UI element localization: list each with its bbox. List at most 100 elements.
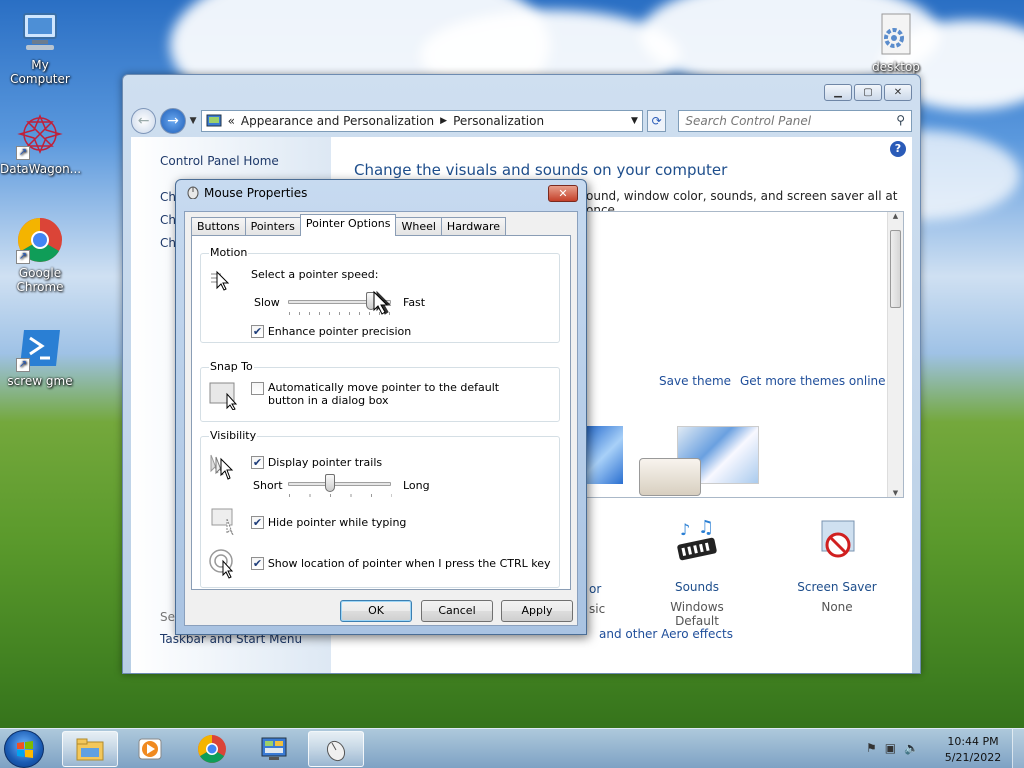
svg-text:♫: ♫ <box>698 517 714 538</box>
tab-pointer-options[interactable]: Pointer Options <box>299 214 397 236</box>
color-item-label[interactable]: or <box>589 582 601 596</box>
clock[interactable]: 10:44 PM 5/21/2022 <box>940 734 1006 766</box>
breadcrumb-separator-icon: ▶ <box>440 116 448 126</box>
desktop-icon-desktop[interactable]: desktop <box>856 10 936 74</box>
left-link[interactable]: Ch <box>160 236 176 250</box>
sounds-item[interactable]: ♪ ♫ Sounds Windows Default <box>649 517 745 628</box>
desktop-icon-label: desktop <box>872 60 920 74</box>
long-label: Long <box>403 479 430 492</box>
control-panel-home-link[interactable]: Control Panel Home <box>160 154 279 168</box>
hide-pointer-icon <box>209 507 239 536</box>
motion-group: Motion Select a pointer speed: Slow Fast… <box>200 246 560 343</box>
action-center-icon[interactable]: ⚑ <box>866 741 877 755</box>
theme-thumbnail[interactable] <box>587 426 623 484</box>
save-theme-link[interactable]: Save theme <box>659 374 731 388</box>
shortcut-arrow-icon: ↗ <box>16 250 30 264</box>
folder-icon <box>76 738 104 761</box>
recent-pages-dropdown[interactable]: ▼ <box>190 116 197 126</box>
tab-wheel[interactable]: Wheel <box>395 217 442 236</box>
themes-scrollbar[interactable]: ▲ ▼ <box>887 212 903 497</box>
tab-pointers[interactable]: Pointers <box>244 217 301 236</box>
checkbox-box[interactable]: ✔ <box>251 557 264 570</box>
desktop-icon-chrome[interactable]: ↗ Google Chrome <box>0 216 80 294</box>
snap-to-checkbox[interactable]: Automatically move pointer to the defaul… <box>251 381 521 407</box>
cancel-button[interactable]: Cancel <box>421 600 493 622</box>
control-panel-icon <box>206 114 222 127</box>
enhance-precision-label: Enhance pointer precision <box>267 325 412 338</box>
navigation-bar: ← → ▼ « Appearance and Personalization ▶… <box>131 107 913 135</box>
breadcrumb-prefix: « <box>227 114 235 128</box>
fast-label: Fast <box>403 296 426 309</box>
checkbox-box[interactable] <box>251 382 264 395</box>
shortcut-arrow-icon: ↗ <box>16 358 30 372</box>
tab-strip: Buttons Pointers Pointer Options Wheel H… <box>191 214 507 236</box>
taskbar-media-player[interactable] <box>122 731 178 767</box>
search-input[interactable]: Search Control Panel ⚲ <box>678 110 913 132</box>
breadcrumb-appearance[interactable]: Appearance and Personalization <box>241 114 434 128</box>
tab-hardware[interactable]: Hardware <box>440 217 507 236</box>
address-dropdown-icon[interactable]: ▼ <box>631 116 638 126</box>
get-more-themes-link[interactable]: Get more themes online <box>740 374 886 388</box>
start-button[interactable] <box>4 730 44 768</box>
back-button[interactable]: ← <box>131 108 157 134</box>
apply-button[interactable]: Apply <box>501 600 573 622</box>
ok-button[interactable]: OK <box>340 600 412 622</box>
enhance-precision-checkbox[interactable]: ✔ Enhance pointer precision <box>251 324 411 338</box>
taskbar: ⚑ ▣ 🔈 10:44 PM 5/21/2022 <box>0 728 1024 768</box>
help-icon[interactable]: ? <box>890 141 906 157</box>
checkbox-box[interactable]: ✔ <box>251 325 264 338</box>
aero-effects-link[interactable]: and other Aero effects <box>599 627 733 641</box>
show-desktop-button[interactable] <box>1012 729 1024 768</box>
left-link[interactable]: Ch <box>160 213 176 227</box>
visibility-group-title: Visibility <box>209 429 258 442</box>
volume-icon[interactable]: 🔈 <box>904 741 919 755</box>
pointer-trails-checkbox[interactable]: ✔ Display pointer trails <box>251 455 382 469</box>
slow-label: Slow <box>254 296 280 309</box>
dialog-close-button[interactable]: ✕ <box>548 185 578 202</box>
forward-button[interactable]: → <box>160 108 186 134</box>
desktop-icon-label: My Computer <box>10 58 70 86</box>
snap-to-group: Snap To Automatically move pointer to th… <box>200 360 560 422</box>
checkbox-box[interactable]: ✔ <box>251 456 264 469</box>
trail-length-slider-thumb[interactable] <box>325 474 336 492</box>
desktop-icon-my-computer[interactable]: My Computer <box>0 8 80 86</box>
checkbox-box[interactable]: ✔ <box>251 516 264 529</box>
clock-time: 10:44 PM <box>947 735 999 748</box>
address-bar[interactable]: « Appearance and Personalization ▶ Perso… <box>200 110 643 132</box>
network-icon[interactable]: ▣ <box>885 741 896 755</box>
show-location-label: Show location of pointer when I press th… <box>267 557 551 570</box>
close-button[interactable]: ✕ <box>884 84 912 101</box>
left-link[interactable]: Ch <box>160 190 176 204</box>
datawagon-icon: ↗ <box>16 112 64 160</box>
chrome-icon: ↗ <box>16 216 64 264</box>
taskbar-mouse-properties[interactable] <box>308 731 364 767</box>
theme-thumbnail-selected[interactable] <box>639 458 701 496</box>
taskbar-chrome[interactable] <box>184 731 240 767</box>
powershell-icon: ↗ <box>16 324 64 372</box>
show-location-checkbox[interactable]: ✔ Show location of pointer when I press … <box>251 556 551 570</box>
control-panel-icon <box>261 737 287 760</box>
tab-buttons[interactable]: Buttons <box>191 217 246 236</box>
screen-saver-icon <box>821 520 855 558</box>
mouse-icon <box>326 740 346 762</box>
window-caption-buttons: ▁ ▢ ✕ <box>824 84 912 101</box>
dialog-body: Buttons Pointers Pointer Options Wheel H… <box>184 211 578 626</box>
hide-pointer-label: Hide pointer while typing <box>267 516 407 529</box>
search-icon[interactable]: ⚲ <box>896 113 905 127</box>
chrome-icon <box>198 735 226 763</box>
short-label: Short <box>253 479 283 492</box>
taskbar-control-panel[interactable] <box>246 731 302 767</box>
taskbar-explorer[interactable] <box>62 731 118 767</box>
themes-list[interactable]: ▲ ▼ Save theme Get more themes online <box>586 211 904 498</box>
desktop-icon-datawagon[interactable]: ↗ DataWagon... <box>0 112 81 176</box>
mouse-icon <box>185 185 201 200</box>
shortcut-arrow-icon: ↗ <box>16 146 30 160</box>
trail-length-track[interactable] <box>288 482 391 486</box>
desktop-icon-screw-gme[interactable]: ↗ screw gme <box>0 324 80 388</box>
refresh-icon[interactable]: ⟳ <box>646 110 667 132</box>
maximize-button[interactable]: ▢ <box>854 84 882 101</box>
breadcrumb-personalization[interactable]: Personalization <box>453 114 544 128</box>
screen-saver-item[interactable]: Screen Saver None <box>789 517 885 614</box>
minimize-button[interactable]: ▁ <box>824 84 852 101</box>
hide-pointer-checkbox[interactable]: ✔ Hide pointer while typing <box>251 515 406 529</box>
